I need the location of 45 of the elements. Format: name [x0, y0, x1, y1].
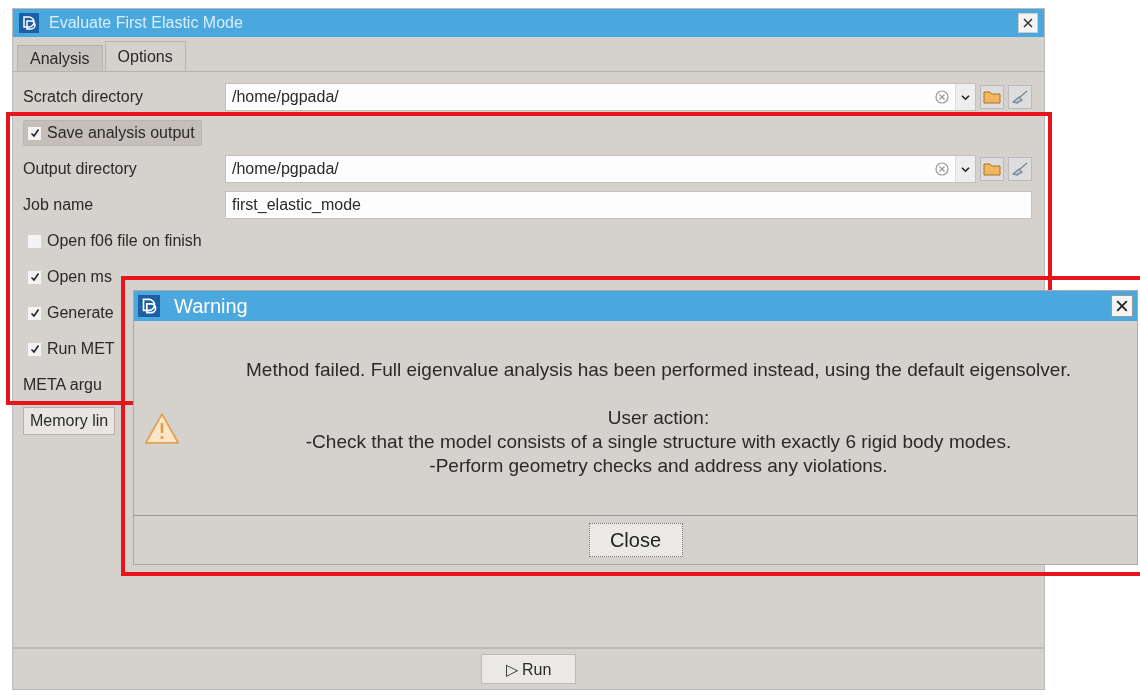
folder-icon: [983, 90, 1001, 104]
checkbox-option[interactable]: Open ms: [23, 264, 119, 290]
message-text: Method failed. Full eigenvalue analysis has been performed instead, using the default eigensolver.: [245, 358, 1072, 382]
app-icon: [138, 295, 160, 317]
brush-icon: [1011, 162, 1029, 176]
message-text: User action:: [606, 406, 711, 430]
checkbox[interactable]: [28, 126, 41, 140]
close-icon: [1023, 18, 1033, 28]
checkbox[interactable]: [28, 306, 41, 320]
close-button[interactable]: [1111, 295, 1133, 317]
input-field[interactable]: first_elastic_mode: [225, 191, 1032, 219]
clear-icon[interactable]: [935, 162, 949, 176]
checkbox[interactable]: [28, 342, 41, 356]
window-title: Evaluate First Elastic Mode: [49, 14, 244, 32]
brush-icon: [1011, 90, 1029, 104]
tab[interactable]: Analysis: [17, 45, 103, 71]
message-text: -Perform geometry checks and address any violations.: [428, 454, 889, 478]
caret-icon: [961, 165, 970, 173]
warning-icon: [144, 411, 180, 445]
checkbox[interactable]: [28, 234, 41, 248]
dropdown-button[interactable]: [955, 84, 975, 110]
field-label: Scratch directory: [23, 88, 145, 106]
close-button[interactable]: Close: [588, 523, 683, 557]
caret-icon: [961, 93, 970, 101]
tab[interactable]: Options: [104, 41, 186, 71]
input-field[interactable]: /home/pgpada/: [225, 155, 976, 183]
message-text: -Check that the model consists of a single structure with exactly 6 rigid body modes.: [304, 430, 1013, 454]
dropdown-button[interactable]: [955, 156, 975, 182]
memory-button[interactable]: Memory lin: [23, 407, 116, 435]
close-icon: [1116, 300, 1128, 312]
field-label: Job name: [23, 196, 95, 214]
checkbox-option[interactable]: Open f06 file on finish: [23, 228, 209, 254]
app-icon: [19, 13, 39, 33]
dialog-title: Warning: [174, 294, 249, 318]
field-label: Output directory: [23, 160, 138, 178]
field-label: META argu: [23, 376, 103, 394]
checkbox-option[interactable]: Generate: [23, 300, 121, 326]
checkbox-option[interactable]: Save analysis output: [23, 120, 202, 146]
run-button[interactable]: ▷ Run: [481, 654, 576, 684]
folder-icon: [983, 162, 1001, 176]
checkbox-option[interactable]: Run MET: [23, 336, 122, 362]
close-button[interactable]: [1018, 13, 1038, 33]
input-field[interactable]: /home/pgpada/: [225, 83, 976, 111]
checkbox[interactable]: [28, 270, 41, 284]
clear-icon[interactable]: [935, 90, 949, 104]
